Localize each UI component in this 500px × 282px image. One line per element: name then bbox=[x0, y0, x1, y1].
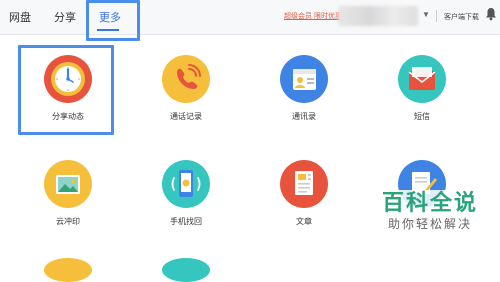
watermark-title: 百科全说 bbox=[381, 190, 478, 215]
photo-print-icon bbox=[44, 160, 92, 208]
phone-find-icon bbox=[162, 160, 210, 208]
vip-promo-link[interactable]: 超级会员 限时优惠 bbox=[284, 11, 342, 21]
tool-label: 文章 bbox=[296, 217, 312, 226]
chevron-down-icon[interactable]: ▼ bbox=[422, 10, 430, 19]
tab-wangpan[interactable]: 网盘 bbox=[9, 9, 31, 25]
highlight-share-activity bbox=[18, 45, 114, 135]
bell-icon[interactable] bbox=[485, 7, 497, 21]
tool-article[interactable]: 文章 bbox=[254, 150, 350, 240]
tab-share[interactable]: 分享 bbox=[54, 9, 76, 25]
top-navigation-bar: 网盘 分享 更多 超级会员 限时优惠 ▼ 客户端下载 bbox=[0, 0, 500, 35]
tool-sms[interactable]: 短信 bbox=[372, 45, 468, 135]
phone-icon bbox=[162, 55, 210, 103]
tool-label: 通讯录 bbox=[292, 112, 316, 121]
watermark-subtitle: 助你轻松解决 bbox=[387, 217, 472, 231]
contacts-icon bbox=[280, 55, 328, 103]
tool-call-log[interactable]: 通话记录 bbox=[136, 45, 232, 135]
header-divider bbox=[436, 10, 437, 22]
watermark: 百科全说 助你轻松解决 bbox=[360, 190, 500, 232]
blurred-username[interactable] bbox=[338, 6, 418, 26]
tool-label: 短信 bbox=[414, 112, 430, 121]
highlight-more-tab bbox=[86, 0, 140, 41]
tool-cloud-print[interactable]: 云冲印 bbox=[18, 150, 114, 240]
tool-label: 通话记录 bbox=[170, 112, 202, 121]
tool-contacts[interactable]: 通讯录 bbox=[254, 45, 350, 135]
tool-phone-find[interactable]: 手机找回 bbox=[136, 150, 232, 240]
partial-icon bbox=[44, 258, 92, 282]
article-icon bbox=[280, 160, 328, 208]
client-download-link[interactable]: 客户端下载 bbox=[444, 12, 479, 22]
tool-label: 手机找回 bbox=[170, 217, 202, 226]
tool-label: 云冲印 bbox=[56, 217, 80, 226]
message-icon bbox=[398, 55, 446, 103]
partial-icon bbox=[162, 258, 210, 282]
